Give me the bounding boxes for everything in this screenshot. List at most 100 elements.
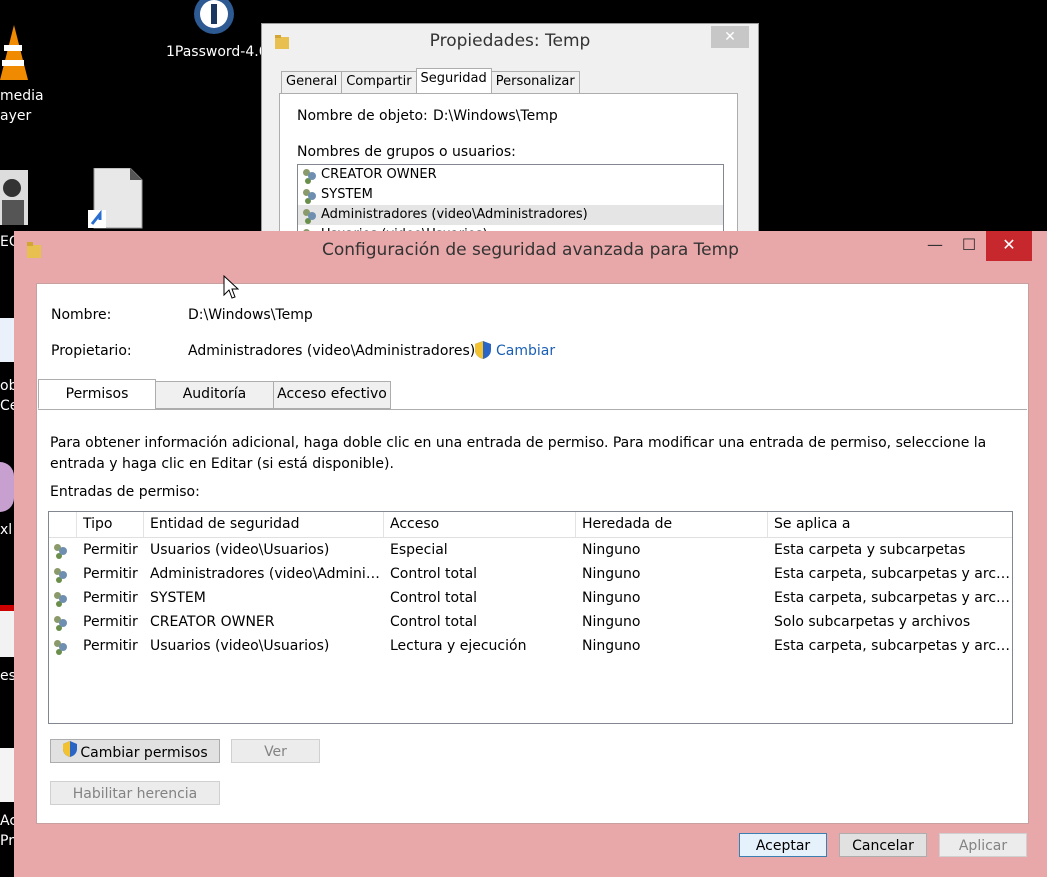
mouse-cursor-icon: [223, 274, 240, 305]
desktop-fragment: Pr: [0, 833, 14, 849]
list-item-label: CREATOR OWNER: [321, 167, 437, 182]
tab-personalizar[interactable]: Personalizar: [490, 71, 580, 95]
table-cell: Esta carpeta, subcarpetas y archiv…: [774, 566, 1012, 582]
disc-icon[interactable]: [0, 462, 14, 512]
side-icon[interactable]: [0, 318, 14, 362]
table-cell: Control total: [390, 614, 478, 630]
ok-button[interactable]: Aceptar: [739, 833, 827, 857]
permissions-table[interactable]: Tipo Entidad de seguridad Acceso Heredad…: [48, 511, 1013, 724]
shield-icon: [474, 340, 492, 364]
desktop-icon-label: 1Password-4.0: [166, 44, 268, 60]
users-icon: [53, 543, 69, 557]
table-cell: Ninguno: [582, 590, 641, 606]
user-photo-icon[interactable]: [0, 170, 28, 225]
table-cell: Especial: [390, 542, 448, 558]
groups-label: Nombres de grupos o usuarios:: [297, 144, 516, 160]
window-title: Propiedades: Temp: [429, 31, 591, 51]
table-row[interactable]: Permitir SYSTEM Control total Ninguno Esta c…: [49, 586, 1012, 610]
table-cell: Ninguno: [582, 638, 641, 654]
table-cell: Esta carpeta, subcarpetas y archiv…: [774, 638, 1012, 654]
column-header[interactable]: Se aplica a: [768, 512, 1012, 537]
close-button[interactable]: ✕: [711, 26, 749, 48]
table-cell: Permitir: [83, 542, 138, 558]
vlc-icon[interactable]: [0, 25, 28, 80]
name-value: D:\Windows\Temp: [188, 307, 313, 323]
table-cell: Usuarios (video\Usuarios): [150, 542, 330, 558]
name-label: Nombre:: [51, 307, 112, 323]
column-header[interactable]: Entidad de seguridad: [144, 512, 384, 537]
table-header: Tipo Entidad de seguridad Acceso Heredad…: [49, 512, 1012, 538]
table-row[interactable]: Permitir Administradores (video\Adminis… C…: [49, 562, 1012, 586]
table-cell: Ninguno: [582, 542, 641, 558]
users-icon: [53, 615, 69, 629]
close-button[interactable]: ✕: [986, 231, 1032, 261]
table-cell: Ninguno: [582, 614, 641, 630]
entries-label: Entradas de permiso:: [50, 484, 200, 500]
users-icon: [53, 567, 69, 581]
users-icon: [302, 188, 318, 202]
tab-general[interactable]: General: [281, 71, 343, 95]
column-header[interactable]: Acceso: [384, 512, 576, 537]
description-text: Para obtener información adicional, haga…: [50, 435, 987, 472]
tab-acceso-efectivo[interactable]: Acceso efectivo: [273, 381, 391, 409]
table-row[interactable]: Permitir Usuarios (video\Usuarios) Lectura…: [49, 634, 1012, 658]
column-header[interactable]: Heredada de: [576, 512, 768, 537]
table-cell: Ninguno: [582, 566, 641, 582]
object-name-value: D:\Windows\Temp: [433, 108, 558, 124]
tab-bar: Permisos Auditoría Acceso efectivo: [38, 379, 1027, 410]
table-cell: Usuarios (video\Usuarios): [150, 638, 330, 654]
desktop-fragment: xl: [0, 522, 13, 538]
list-item-label: Administradores (video\Administradores): [321, 207, 588, 222]
change-permissions-label: Cambiar permisos: [80, 745, 208, 761]
column-header[interactable]: Tipo: [77, 512, 144, 537]
owner-value: Administradores (video\Administradores): [188, 343, 476, 359]
cancel-button[interactable]: Cancelar: [839, 833, 927, 857]
tab-seguridad[interactable]: Seguridad: [415, 68, 492, 96]
list-item[interactable]: Administradores (video\Administradores): [298, 205, 723, 225]
change-owner-link[interactable]: Cambiar: [496, 343, 555, 359]
enable-inheritance-button[interactable]: Habilitar herencia: [50, 781, 220, 805]
tab-permisos[interactable]: Permisos: [38, 379, 156, 409]
users-icon: [302, 208, 318, 222]
document-shortcut-icon[interactable]: [88, 167, 144, 230]
view-button[interactable]: Ver: [231, 739, 320, 763]
table-cell: SYSTEM: [150, 590, 206, 606]
list-item[interactable]: SYSTEM: [298, 185, 723, 205]
advanced-security-window: Configuración de seguridad avanzada para…: [14, 231, 1047, 877]
table-cell: Esta carpeta y subcarpetas: [774, 542, 966, 558]
icon-column-header: [49, 512, 77, 537]
table-cell: Permitir: [83, 638, 138, 654]
table-cell: Lectura y ejecución: [390, 638, 527, 654]
apply-button[interactable]: Aplicar: [939, 833, 1027, 857]
table-cell: Permitir: [83, 566, 138, 582]
users-icon: [53, 639, 69, 653]
owner-label: Propietario:: [51, 343, 132, 359]
table-cell: Administradores (video\Adminis…: [150, 566, 384, 582]
table-cell: Control total: [390, 566, 478, 582]
change-permissions-button[interactable]: Cambiar permisos: [50, 739, 220, 763]
table-cell: Esta carpeta, subcarpetas y archiv…: [774, 590, 1012, 606]
table-cell: Permitir: [83, 614, 138, 630]
users-icon: [53, 591, 69, 605]
table-cell: CREATOR OWNER: [150, 614, 275, 630]
window-title: Configuración de seguridad avanzada para…: [322, 240, 739, 260]
acrobat-icon[interactable]: [0, 748, 14, 802]
table-row[interactable]: Permitir Usuarios (video\Usuarios) Especia…: [49, 538, 1012, 562]
maximize-button[interactable]: ☐: [954, 231, 984, 261]
pdf-icon[interactable]: [0, 605, 14, 657]
users-icon: [302, 168, 318, 182]
table-cell: Solo subcarpetas y archivos: [774, 614, 971, 630]
desktop-icon-label: ayer: [0, 108, 32, 124]
list-item[interactable]: CREATOR OWNER: [298, 165, 723, 185]
tab-auditoria[interactable]: Auditoría: [155, 381, 274, 409]
table-cell: Control total: [390, 590, 478, 606]
object-name-label: Nombre de objeto:: [297, 108, 428, 124]
list-item-label: SYSTEM: [321, 187, 373, 202]
onepassword-icon[interactable]: [193, 0, 235, 38]
shield-icon: [62, 740, 78, 766]
dialog-content: Nombre: D:\Windows\Temp Propietario: Adm…: [36, 283, 1029, 824]
table-cell: Permitir: [83, 590, 138, 606]
tab-compartir[interactable]: Compartir: [341, 71, 417, 95]
minimize-button[interactable]: —: [920, 231, 950, 261]
table-row[interactable]: Permitir CREATOR OWNER Control total Ningun…: [49, 610, 1012, 634]
